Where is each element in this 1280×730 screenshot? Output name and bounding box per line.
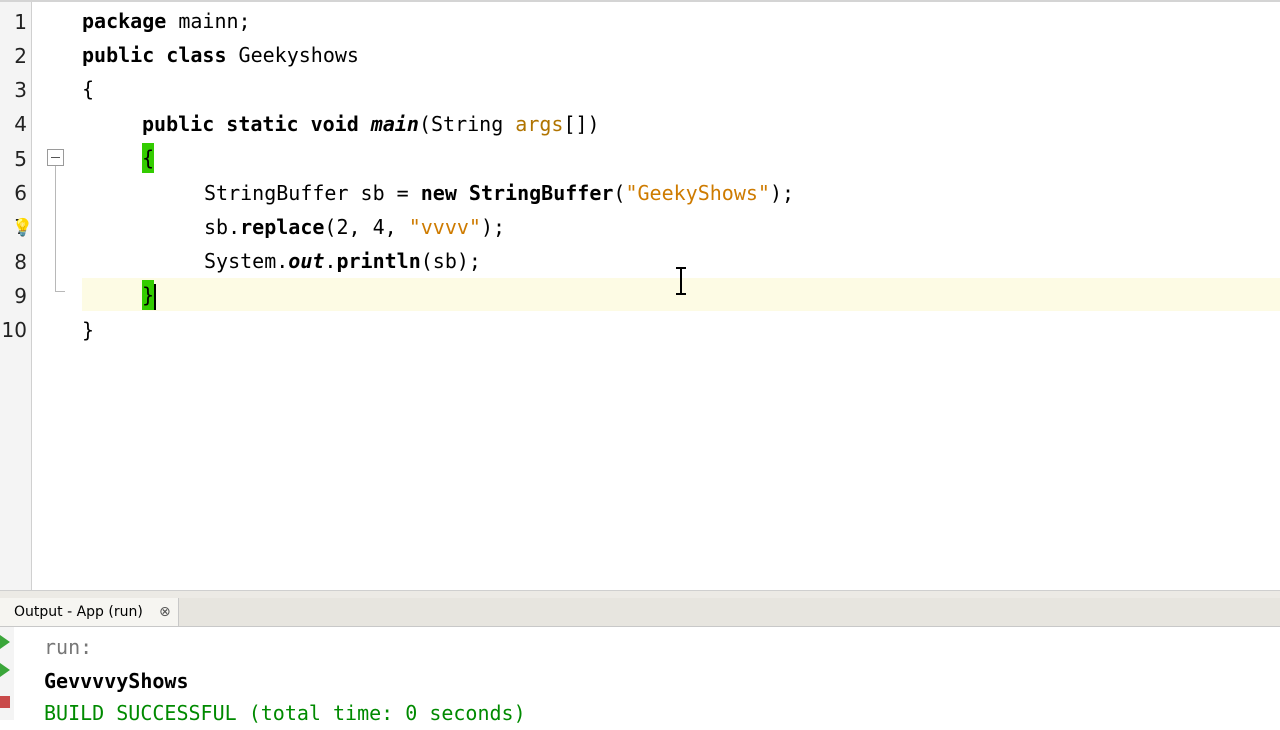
code-text: System. <box>204 249 289 273</box>
keyword: new <box>420 181 457 205</box>
close-icon[interactable]: ⊗ <box>159 598 171 626</box>
line-number-gutter: 1 2 3 4 5 6 7 8 9 10 <box>0 2 32 590</box>
code-line-4[interactable]: public static void main(String args[]) <box>142 107 600 141</box>
output-build-status: BUILD SUCCESSFUL (total time: 0 seconds) <box>44 701 526 725</box>
line-number: 1 <box>14 10 27 34</box>
code-text: (2, 4, <box>324 215 409 239</box>
string-literal: "GeekyShows" <box>625 181 770 205</box>
code-line-8[interactable]: System.out.println(sb); <box>204 244 481 278</box>
editor-top-border <box>0 0 1280 2</box>
code-text: (String <box>418 112 516 136</box>
method-name: main <box>370 112 419 136</box>
code-line-7[interactable]: sb.replace(2, 4, "vvvv"); <box>204 210 505 244</box>
fold-guide-end <box>55 291 65 292</box>
code-editor[interactable]: 1 2 3 4 5 6 7 8 9 10 💡 package mainn; pu… <box>0 0 1280 590</box>
output-tab-bar: Output - App (run) ⊗ <box>0 598 1280 627</box>
code-text: Geekyshows <box>226 43 359 67</box>
stop-icon[interactable] <box>0 696 10 708</box>
keyword: public static void <box>142 112 359 136</box>
method-name: println <box>336 249 421 273</box>
output-panel: Output - App (run) ⊗ run: GevvvvyShows B… <box>0 590 1280 725</box>
fold-guide-line <box>55 166 56 292</box>
code-text: mainn; <box>166 9 251 33</box>
output-tab-label: Output - App (run) <box>14 604 143 620</box>
output-run-line: run: <box>44 635 93 659</box>
code-text: ); <box>769 181 795 205</box>
text-caret <box>154 283 157 310</box>
code-line-6[interactable]: StringBuffer sb = new StringBuffer("Geek… <box>204 176 794 210</box>
code-line-5[interactable]: { <box>142 141 155 175</box>
string-literal: "vvvv" <box>408 215 481 239</box>
fold-toggle-icon[interactable] <box>47 149 64 166</box>
output-tab[interactable]: Output - App (run) ⊗ <box>0 598 179 626</box>
line-number: 2 <box>14 44 27 68</box>
code-text: StringBuffer sb = <box>204 181 421 205</box>
matched-brace: { <box>142 143 155 173</box>
rerun-with-options-icon[interactable] <box>0 663 10 677</box>
parameter-name: args <box>515 112 564 136</box>
code-line-9[interactable]: } <box>142 278 157 312</box>
code-line-10[interactable]: } <box>82 313 94 347</box>
ibeam-cursor-icon <box>676 267 686 295</box>
line-number: 9 <box>14 284 27 308</box>
output-result-line: GevvvvyShows <box>44 669 189 693</box>
code-text: . <box>324 249 337 273</box>
keyword: public class <box>82 43 227 67</box>
line-number: 3 <box>14 78 27 102</box>
line-number: 8 <box>14 250 27 274</box>
line-number: 4 <box>14 112 27 136</box>
matched-brace: } <box>142 280 155 310</box>
code-text: { <box>82 77 95 101</box>
code-line-2[interactable]: public class Geekyshows <box>82 38 359 72</box>
code-line-1[interactable]: package mainn; <box>82 4 251 38</box>
method-name: replace <box>240 215 325 239</box>
code-text: (sb); <box>420 249 481 273</box>
class-name: StringBuffer <box>456 181 614 205</box>
code-line-3[interactable]: { <box>82 72 94 106</box>
line-number: 5 <box>14 147 27 171</box>
keyword: package <box>82 9 167 33</box>
rerun-icon[interactable] <box>0 635 10 649</box>
field-name: out <box>288 249 325 273</box>
code-text: []) <box>563 112 600 136</box>
lightbulb-icon[interactable]: 💡 <box>12 218 33 238</box>
line-number: 10 <box>1 318 27 342</box>
output-side-toolbar <box>0 627 14 720</box>
code-text: sb. <box>204 215 241 239</box>
code-text: ); <box>480 215 506 239</box>
code-text: ( <box>613 181 626 205</box>
code-text: } <box>82 318 95 342</box>
line-number: 6 <box>14 181 27 205</box>
